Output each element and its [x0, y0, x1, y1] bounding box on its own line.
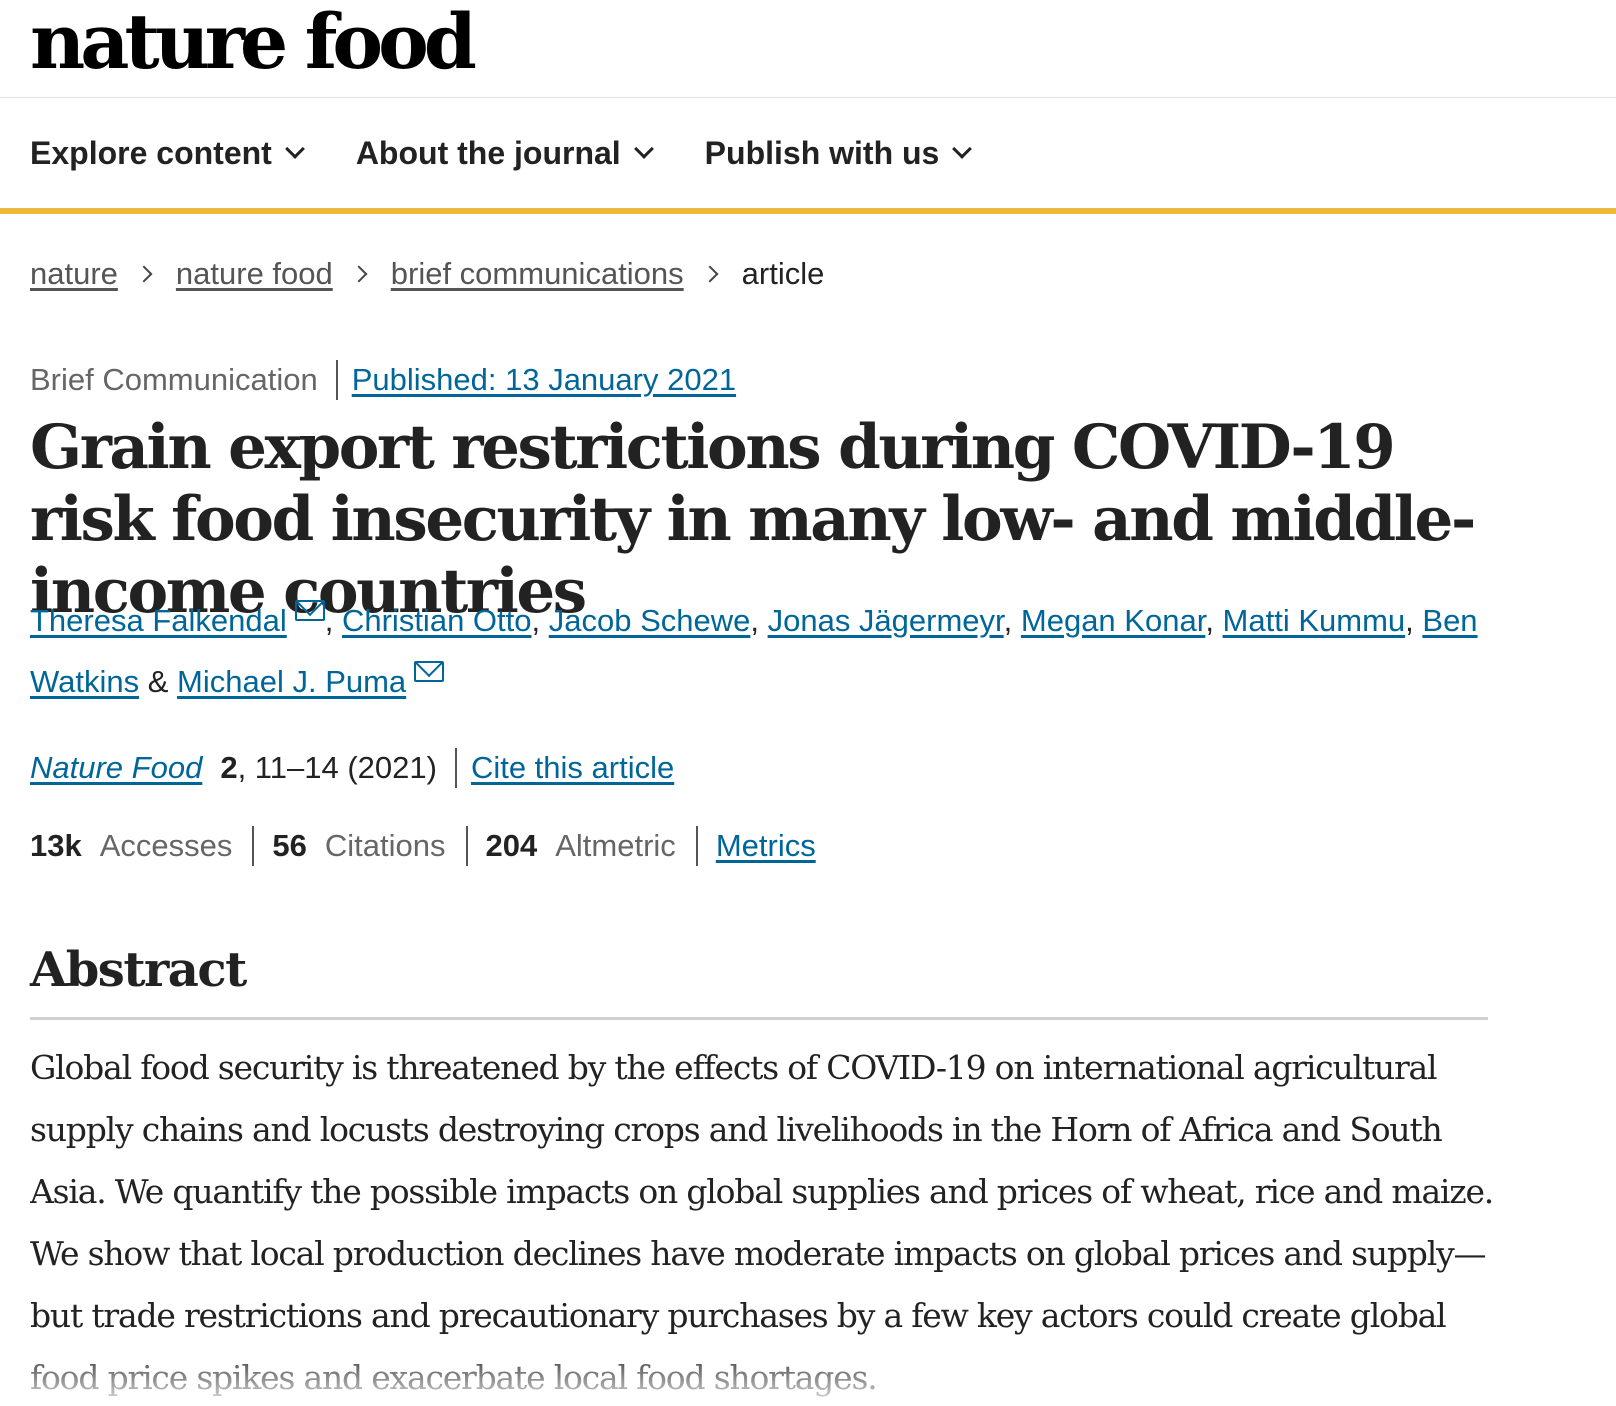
citation-line: Nature Food 2, 11–14 (2021) Cite this ar… [30, 748, 674, 788]
divider [252, 826, 255, 866]
chevron-down-icon [284, 139, 305, 159]
email-icon[interactable] [414, 661, 445, 682]
author-link[interactable]: Matti Kummu [1223, 603, 1406, 638]
chevron-right-icon [701, 265, 719, 283]
divider [335, 360, 338, 400]
nav-about-journal[interactable]: About the journal [355, 134, 654, 172]
author-link[interactable]: Jacob Schewe [549, 603, 751, 638]
altmetric-count: 204 [485, 828, 538, 863]
citations-label: Citations [324, 828, 446, 863]
author-link[interactable]: Christian Otto [342, 603, 532, 638]
bottom-fade [0, 1346, 1616, 1406]
breadcrumb-current: article [741, 256, 825, 291]
nav-explore-content[interactable]: Explore content [30, 134, 305, 172]
email-icon[interactable] [294, 600, 325, 621]
breadcrumb-nature[interactable]: nature [30, 256, 118, 292]
breadcrumb-nature-food[interactable]: nature food [176, 256, 333, 292]
journal-logo[interactable]: nature food [30, 4, 477, 80]
chevron-right-icon [350, 265, 368, 283]
breadcrumb: nature nature food brief communications … [30, 256, 824, 292]
author-link[interactable]: Megan Konar [1021, 603, 1205, 638]
chevron-down-icon [633, 139, 654, 159]
divider [695, 826, 698, 866]
metrics-link[interactable]: Metrics [716, 828, 816, 864]
volume: 2 [220, 750, 238, 785]
nav-label: About the journal [355, 134, 621, 171]
accesses-label: Accesses [99, 828, 233, 863]
main-nav: Explore content About the journal Publis… [0, 98, 1616, 214]
journal-link[interactable]: Nature Food [30, 750, 202, 786]
article-type: Brief Communication [30, 362, 318, 397]
abstract-heading: Abstract [30, 942, 247, 998]
header: nature food [0, 0, 1616, 98]
nav-label: Explore content [30, 134, 272, 171]
chevron-right-icon [135, 265, 153, 283]
chevron-down-icon [952, 139, 973, 159]
breadcrumb-brief-communications[interactable]: brief communications [391, 256, 684, 292]
nav-publish-with-us[interactable]: Publish with us [704, 134, 973, 172]
author-link[interactable]: Jonas Jägermeyr [768, 603, 1004, 638]
cite-this-article-link[interactable]: Cite this article [471, 750, 674, 786]
nav-label: Publish with us [704, 134, 940, 171]
divider [454, 748, 457, 788]
author-link[interactable]: Theresa Falkendal [30, 603, 287, 638]
pages-year: , 11–14 (2021) [237, 750, 437, 785]
divider [465, 826, 468, 866]
author-list: Theresa Falkendal, Christian Otto, Jacob… [30, 590, 1510, 712]
section-divider [30, 1017, 1488, 1020]
author-link[interactable]: Michael J. Puma [177, 664, 406, 699]
citations-count: 56 [272, 828, 307, 863]
article-metrics: 13k Accesses 56 Citations 204 Altmetric … [30, 826, 816, 866]
altmetric-label: Altmetric [555, 828, 676, 863]
author-conjunction: & [147, 664, 169, 699]
published-date-link[interactable]: Published: 13 January 2021 [352, 362, 736, 398]
accesses-count: 13k [30, 828, 82, 863]
article-meta: Brief Communication Published: 13 Januar… [30, 360, 736, 400]
